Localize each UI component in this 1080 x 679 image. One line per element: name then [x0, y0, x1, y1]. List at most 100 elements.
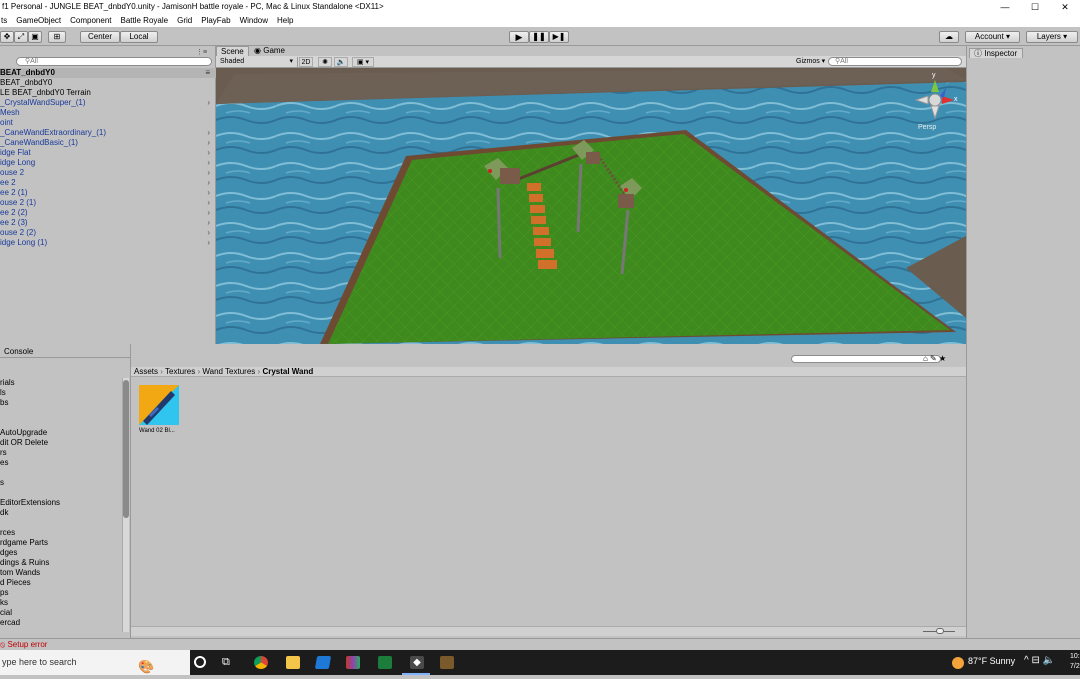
zoom-slider-handle[interactable] — [936, 628, 944, 634]
folder-item[interactable]: rces — [0, 528, 15, 538]
hierarchy-item[interactable]: _CaneWandExtraordinary_(1) › — [0, 128, 216, 138]
chevron-right-icon[interactable]: › — [207, 128, 210, 138]
gizmos-dropdown[interactable]: Gizmos ▾ — [796, 57, 828, 67]
folder-item[interactable]: dk — [0, 508, 8, 518]
weather-icon[interactable] — [952, 657, 964, 669]
cortana-icon[interactable] — [194, 656, 206, 668]
menu-battle-royale[interactable]: Battle Royale — [121, 16, 169, 25]
folder-item[interactable]: AutoUpgrade — [0, 428, 47, 438]
taskbar-search-input[interactable]: ype here to search 🎨 — [0, 650, 190, 675]
hierarchy-item[interactable]: idge Long (1) › — [0, 238, 216, 248]
menu-window[interactable]: Window — [240, 16, 268, 25]
folder-item[interactable]: es — [0, 458, 8, 468]
close-button[interactable]: ✕ — [1050, 0, 1080, 14]
hierarchy-search-input[interactable]: ⚲All — [16, 57, 212, 66]
pivot-local-button[interactable]: Local — [120, 31, 158, 43]
play-button[interactable]: ▶ — [509, 31, 529, 43]
crumb-textures[interactable]: Textures — [165, 367, 195, 376]
folder-item[interactable]: rdgame Parts — [0, 538, 48, 548]
scene-header[interactable]: BEAT_dnbdY0 ≡ — [0, 68, 216, 78]
account-dropdown[interactable]: Account ▾ — [965, 31, 1020, 43]
folder-item[interactable]: rials — [0, 378, 15, 388]
lighting-icon[interactable]: ✺ — [318, 57, 332, 67]
hierarchy-item[interactable]: Mesh — [0, 108, 216, 118]
chrome-icon[interactable] — [254, 656, 268, 669]
tray-icons[interactable]: ^ ⊟ 🔈 — [1024, 655, 1055, 666]
package-icon[interactable] — [440, 656, 454, 669]
folder-item[interactable]: dings & Ruins — [0, 558, 49, 568]
chevron-right-icon[interactable]: › — [207, 148, 210, 158]
hierarchy-item[interactable]: oint — [0, 118, 216, 128]
hierarchy-item[interactable]: _CrystalWandSuper_(1) › — [0, 98, 216, 108]
crumb-assets[interactable]: Assets — [134, 367, 158, 376]
minimize-button[interactable]: — — [990, 0, 1020, 14]
chevron-right-icon[interactable]: › — [207, 238, 210, 248]
chevron-right-icon[interactable]: › — [207, 168, 210, 178]
tab-console[interactable]: Console — [0, 347, 37, 357]
hierarchy-item[interactable]: BEAT_dnbdY0 — [0, 78, 216, 88]
chevron-right-icon[interactable]: › — [207, 178, 210, 188]
folder-item[interactable]: ks — [0, 598, 8, 608]
scale-tool-icon[interactable]: ⤢ — [14, 31, 28, 43]
hierarchy-item[interactable]: idge Long › — [0, 158, 216, 168]
folder-item[interactable]: s — [0, 478, 4, 488]
crumb-crystal-wand[interactable]: Crystal Wand — [262, 367, 313, 376]
folder-item[interactable]: dit OR Delete — [0, 438, 48, 448]
menu-grid[interactable]: Grid — [177, 16, 192, 25]
maximize-button[interactable]: ☐ — [1020, 0, 1050, 14]
hierarchy-item[interactable]: ee 2 (1) › — [0, 188, 216, 198]
hierarchy-item[interactable]: ouse 2 (1) › — [0, 198, 216, 208]
folder-item[interactable]: tom Wands — [0, 568, 40, 578]
hierarchy-item[interactable]: ee 2 › — [0, 178, 216, 188]
step-button[interactable]: ▶❚ — [549, 31, 569, 43]
chevron-right-icon[interactable]: › — [207, 198, 210, 208]
2d-toggle[interactable]: 2D — [299, 57, 313, 67]
hierarchy-item[interactable]: ouse 2 › — [0, 168, 216, 178]
folders-scrollbar[interactable] — [122, 378, 129, 632]
transform-tool-icon[interactable]: ⊞ — [48, 31, 66, 43]
folder-item[interactable]: ls — [0, 388, 6, 398]
menu-help[interactable]: Help — [277, 16, 293, 25]
layers-dropdown[interactable]: Layers ▾ — [1026, 31, 1078, 43]
folder-item[interactable]: ps — [0, 588, 8, 598]
chevron-right-icon[interactable]: › — [207, 138, 210, 148]
chevron-right-icon[interactable]: › — [207, 208, 210, 218]
menu-playfab[interactable]: PlayFab — [201, 16, 230, 25]
audio-icon[interactable]: 🔈 — [334, 57, 348, 67]
task-view-icon[interactable]: ⧉ — [222, 656, 230, 669]
folder-item[interactable]: bs — [0, 398, 8, 408]
scene-viewport[interactable]: y x Persp — [216, 68, 966, 344]
tab-scene[interactable]: Scene — [216, 46, 249, 56]
tab-game[interactable]: ◉ Game — [250, 46, 289, 56]
tab-inspector[interactable]: ⓘ Inspector — [969, 48, 1023, 58]
scene-search-input[interactable]: ⚲All — [828, 57, 962, 66]
cloud-icon[interactable]: ☁ — [939, 31, 959, 43]
shading-dropdown[interactable]: Shaded ▾ — [220, 57, 298, 67]
persp-label[interactable]: Persp — [918, 124, 936, 131]
project-search-input[interactable] — [791, 355, 941, 363]
pause-button[interactable]: ❚❚ — [529, 31, 549, 43]
winrar-icon[interactable] — [346, 656, 360, 669]
hierarchy-item[interactable]: LE BEAT_dnbdY0 Terrain — [0, 88, 216, 98]
folder-item[interactable]: EditorExtensions — [0, 498, 60, 508]
chevron-right-icon[interactable]: › — [207, 188, 210, 198]
asset-item[interactable]: Wand 02 Bl... — [139, 385, 181, 437]
menu-assets[interactable]: ts — [1, 16, 7, 25]
scrollbar-thumb[interactable] — [123, 380, 129, 518]
menu-gameobject[interactable]: GameObject — [16, 16, 61, 25]
chevron-right-icon[interactable]: › — [207, 158, 210, 168]
hierarchy-item[interactable]: ee 2 (2) › — [0, 208, 216, 218]
menu-component[interactable]: Component — [70, 16, 111, 25]
hierarchy-item[interactable]: idge Flat › — [0, 148, 216, 158]
effects-icon[interactable]: ▣ ▾ — [352, 57, 374, 67]
panel-menu-icon[interactable]: ⋮≡ — [196, 48, 207, 56]
folder-item[interactable]: d Pieces — [0, 578, 31, 588]
filter-icons[interactable]: ⌂ ✎ ★ — [923, 354, 946, 363]
chevron-right-icon[interactable]: › — [207, 218, 210, 228]
crumb-wand-textures[interactable]: Wand Textures — [202, 367, 255, 376]
chevron-right-icon[interactable]: › — [207, 228, 210, 238]
rect-tool-icon[interactable]: ▣ — [28, 31, 42, 43]
folder-item[interactable]: cial — [0, 608, 12, 618]
status-message[interactable]: Setup error — [7, 640, 47, 649]
unity-icon[interactable]: ◆ — [410, 656, 424, 669]
